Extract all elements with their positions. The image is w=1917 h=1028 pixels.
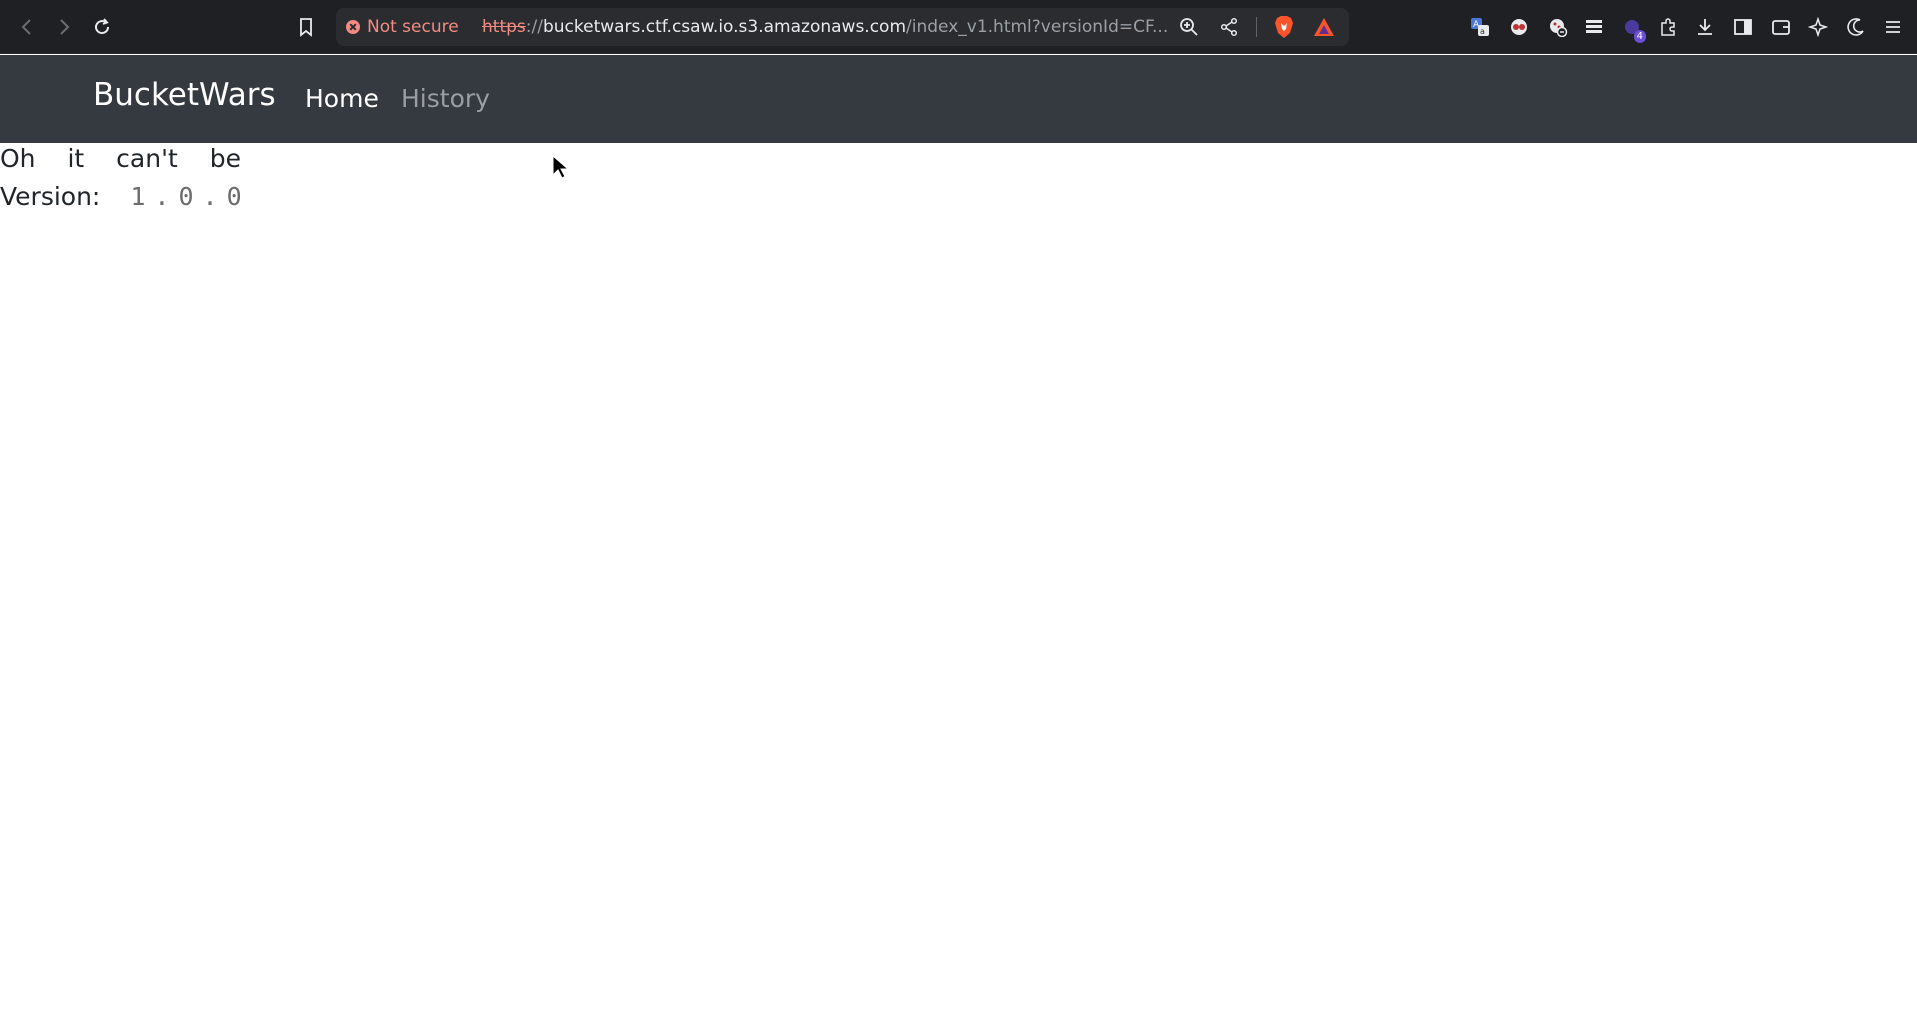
downloads-button[interactable] (1691, 13, 1719, 41)
sparkle-icon (1808, 17, 1828, 37)
stack-extension[interactable] (1580, 13, 1608, 41)
cookie-extension[interactable] (1544, 13, 1572, 41)
stack-icon (1586, 20, 1602, 33)
brave-shields-button[interactable] (1271, 15, 1297, 39)
mouse-cursor-icon (552, 155, 570, 179)
brave-rewards-button[interactable] (1311, 15, 1337, 39)
nav-home-link[interactable]: Home (305, 84, 379, 113)
url-separator: :// (525, 17, 543, 37)
zoom-button[interactable] (1176, 15, 1202, 39)
vpn-button[interactable] (1842, 13, 1870, 41)
chevron-left-icon (21, 19, 31, 35)
version-line: Version: 1.0.0 (0, 182, 251, 211)
back-button[interactable] (12, 12, 42, 42)
crescent-icon (1847, 18, 1864, 36)
chevron-right-icon (60, 19, 70, 35)
nav-history-link[interactable]: History (401, 84, 490, 113)
download-icon (1698, 19, 1712, 35)
glasses-icon (1511, 19, 1527, 35)
url-scheme: https (482, 17, 526, 37)
address-bar-actions (1176, 15, 1337, 39)
translate-icon: Aa (1471, 18, 1489, 36)
version-label: Version: (0, 182, 101, 211)
extension-badge-count: 4 (1633, 30, 1646, 43)
rewards-triangle-icon (1314, 18, 1334, 36)
version-value: 1.0.0 (130, 182, 251, 211)
leo-ai-button[interactable] (1804, 13, 1832, 41)
zoom-icon (1180, 18, 1198, 36)
brave-lion-icon (1275, 16, 1293, 38)
url-host: bucketwars.ctf.csaw.io.s3.amazonaws.com (542, 17, 907, 37)
purple-extension[interactable]: 4 (1618, 13, 1646, 43)
bookmark-icon (300, 18, 312, 37)
site-navbar: BucketWars Home History (0, 55, 1917, 143)
share-button[interactable] (1216, 15, 1242, 39)
reload-icon (95, 18, 110, 35)
browser-toolbar: Not secure https://bucketwars.ctf.csaw.i… (0, 0, 1917, 54)
forward-button[interactable] (49, 12, 79, 42)
url-path: /index_v1.html?versionId=CF... (906, 17, 1169, 37)
wallet-icon (1772, 20, 1790, 35)
sidebar-icon (1734, 19, 1752, 35)
sidebar-button[interactable] (1729, 13, 1757, 41)
reload-button[interactable] (87, 12, 117, 42)
security-indicator[interactable]: Not secure (346, 16, 459, 38)
not-secure-icon (346, 20, 360, 34)
hamburger-icon (1886, 21, 1900, 33)
share-icon (1220, 17, 1238, 37)
address-bar[interactable]: Not secure https://bucketwars.ctf.csaw.i… (336, 8, 1349, 46)
divider (1256, 17, 1257, 37)
wallet-button[interactable] (1767, 13, 1795, 41)
cookie-icon (1550, 19, 1568, 37)
extensions-button[interactable] (1654, 13, 1682, 41)
bookmark-button[interactable] (291, 12, 321, 42)
url-text[interactable]: https://bucketwars.ctf.csaw.io.s3.amazon… (482, 17, 1168, 37)
security-label: Not secure (367, 17, 459, 37)
message-text: Oh it can't be (0, 144, 241, 173)
svg-text:a: a (1480, 27, 1485, 36)
puzzle-icon (1661, 18, 1675, 36)
glasses-extension[interactable] (1505, 13, 1533, 41)
brand-logo[interactable]: BucketWars (93, 77, 276, 113)
translate-extension[interactable]: Aa (1466, 13, 1494, 41)
menu-button[interactable] (1879, 13, 1907, 41)
